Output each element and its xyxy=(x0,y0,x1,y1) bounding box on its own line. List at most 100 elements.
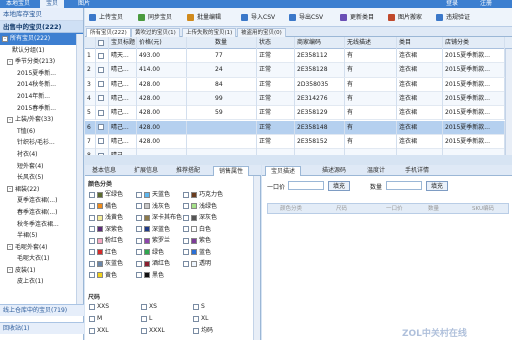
color-option[interactable]: 紫色 xyxy=(183,236,211,246)
grid-scrollbar[interactable] xyxy=(505,49,512,155)
size-checkbox[interactable] xyxy=(193,303,199,310)
sidebar-item-3[interactable]: 2015夏季新... xyxy=(0,68,83,80)
sidebar-header[interactable]: 本地库存宝贝 xyxy=(0,8,83,21)
size-checkbox[interactable] xyxy=(89,303,95,310)
color-checkbox[interactable] xyxy=(136,226,142,232)
collapse-toggle-icon[interactable]: - xyxy=(7,186,13,193)
collapse-toggle-icon[interactable]: - xyxy=(7,116,13,123)
row-checkbox[interactable] xyxy=(98,95,104,102)
color-option[interactable]: 粉红色 xyxy=(89,236,123,246)
sidebar-item-11[interactable]: 短外套(4) xyxy=(0,161,83,173)
color-option[interactable]: 巧克力色 xyxy=(183,190,223,200)
table-row[interactable]: 8 晴己... xyxy=(85,149,512,155)
color-option[interactable]: 黑色 xyxy=(136,271,164,281)
color-checkbox[interactable] xyxy=(89,226,95,232)
color-checkbox[interactable] xyxy=(136,260,142,267)
size-checkbox[interactable] xyxy=(141,327,147,334)
color-checkbox[interactable] xyxy=(136,203,142,209)
table-row[interactable]: 3 晴己... 428.00 84 正常 2D358035 有连衣裙 2015夏季新款... xyxy=(85,77,512,92)
col-title[interactable]: 宝贝标题 xyxy=(109,37,137,49)
size-checkbox[interactable] xyxy=(141,315,147,322)
color-option[interactable]: 橘色 xyxy=(89,202,117,212)
tab-upload-failed[interactable]: 上传失败的宝贝(1) xyxy=(182,28,237,37)
row-checkbox[interactable] xyxy=(98,81,104,88)
color-option[interactable]: 酒红色 xyxy=(136,259,170,269)
sidebar-item-17[interactable]: 半裙(5) xyxy=(0,230,83,242)
color-checkbox[interactable] xyxy=(89,249,95,255)
color-checkbox[interactable] xyxy=(183,226,189,232)
attr-scrollbar[interactable] xyxy=(253,176,260,340)
size-checkbox[interactable] xyxy=(193,315,199,322)
sidebar-item-12[interactable]: 长风衣(5) xyxy=(0,172,83,184)
color-option[interactable]: 浅绿色 xyxy=(183,202,217,212)
sidebar-item-0[interactable]: - 所有宝贝(222) xyxy=(0,33,83,45)
select-all-checkbox[interactable] xyxy=(98,39,104,46)
sidebar-item-21[interactable]: 皮上衣(1) xyxy=(0,276,83,288)
color-option[interactable]: 军绿色 xyxy=(89,190,123,200)
sidebar-item-7[interactable]: - 上装/外套(33) xyxy=(0,114,83,126)
color-checkbox[interactable] xyxy=(89,214,95,221)
tab-all-items[interactable]: 所有宝贝(222) xyxy=(86,28,131,37)
tab-recommend[interactable]: 推荐搭配 xyxy=(171,166,205,176)
tab-source[interactable]: 描述源码 xyxy=(317,166,351,176)
color-checkbox[interactable] xyxy=(89,260,95,267)
col-wireless[interactable]: 无线描述 xyxy=(345,37,397,49)
top-tab-items[interactable]: 宝贝 xyxy=(40,0,65,8)
row-checkbox[interactable] xyxy=(98,138,104,145)
size-checkbox[interactable] xyxy=(89,315,95,322)
update-category-button[interactable]: 更新类目 xyxy=(340,11,374,24)
size-checkbox[interactable] xyxy=(141,303,147,310)
col-code[interactable]: 商家编码 xyxy=(295,37,345,49)
color-option[interactable]: 深灰色 xyxy=(183,213,217,223)
color-option[interactable]: 深卡其布色 xyxy=(136,213,182,223)
sidebar-item-16[interactable]: 秋冬季连衣裙... xyxy=(0,219,83,231)
row-checkbox[interactable] xyxy=(98,152,104,155)
color-checkbox[interactable] xyxy=(183,191,189,198)
tab-extended-info[interactable]: 扩展信息 xyxy=(129,166,163,176)
table-row[interactable]: 6 晴己... 428.00 正常 2E358148 有连衣裙 2015夏季新款... xyxy=(85,120,512,135)
sync-button[interactable]: 同步宝贝 xyxy=(138,11,172,24)
cell-chk[interactable] xyxy=(96,63,109,78)
color-option[interactable]: 灰蓝色 xyxy=(89,259,123,269)
sidebar-item-1[interactable]: 默认分组(1) xyxy=(0,45,83,57)
sidebar-item-9[interactable]: 针织衫/毛衫... xyxy=(0,137,83,149)
col-status[interactable]: 状态 xyxy=(257,37,295,49)
size-option[interactable]: XXXL xyxy=(141,326,165,336)
color-checkbox[interactable] xyxy=(89,191,95,198)
row-checkbox[interactable] xyxy=(98,66,104,73)
color-option[interactable]: 透明 xyxy=(183,259,211,269)
sidebar-item-14[interactable]: 夏季连衣裙(...) xyxy=(0,195,83,207)
col-shop-category[interactable]: 店铺分类 xyxy=(443,37,505,49)
size-option[interactable]: XXS xyxy=(89,302,109,312)
table-row[interactable]: 1 晴天... 493.00 77 正常 2E358112 有连衣裙 2015夏季新款... xyxy=(85,49,512,64)
row-checkbox[interactable] xyxy=(98,109,104,116)
tab-stolen-items[interactable]: 被盗用的宝贝(0) xyxy=(237,28,286,37)
col-check[interactable] xyxy=(96,37,109,49)
batch-edit-button[interactable]: 批量编辑 xyxy=(187,11,221,24)
collapse-toggle-icon[interactable]: - xyxy=(7,267,13,274)
size-option[interactable]: L xyxy=(141,314,152,324)
color-option[interactable]: 白色 xyxy=(183,225,211,235)
color-checkbox[interactable] xyxy=(89,203,95,209)
size-option[interactable]: 均码 xyxy=(193,326,213,336)
sidebar-item-19[interactable]: 毛呢大衣(1) xyxy=(0,253,83,265)
size-checkbox[interactable] xyxy=(193,327,199,334)
upload-button[interactable]: 上传宝贝 xyxy=(89,11,123,24)
login-link[interactable]: 登录 xyxy=(440,0,464,8)
color-option[interactable]: 天蓝色 xyxy=(136,190,170,200)
tab-mobile[interactable]: 手机详情 xyxy=(400,166,434,176)
qty-input[interactable] xyxy=(386,181,422,190)
size-option[interactable]: XL xyxy=(193,314,208,324)
register-link[interactable]: 注册 xyxy=(474,0,498,8)
color-option[interactable]: 绿色 xyxy=(136,248,164,258)
color-checkbox[interactable] xyxy=(183,214,189,221)
sidebar-item-13[interactable]: - 裙装(22) xyxy=(0,184,83,196)
color-checkbox[interactable] xyxy=(89,237,95,244)
sidebar-item-15[interactable]: 春季连衣裙(...) xyxy=(0,207,83,219)
color-checkbox[interactable] xyxy=(183,260,189,267)
cell-chk[interactable] xyxy=(96,49,109,63)
violation-check-button[interactable]: 违规验证 xyxy=(436,11,470,24)
color-option[interactable]: 红色 xyxy=(89,248,117,258)
tab-thermometer[interactable]: 温度计 xyxy=(362,166,390,176)
top-tab-local[interactable]: 本地宝贝 xyxy=(0,0,36,8)
